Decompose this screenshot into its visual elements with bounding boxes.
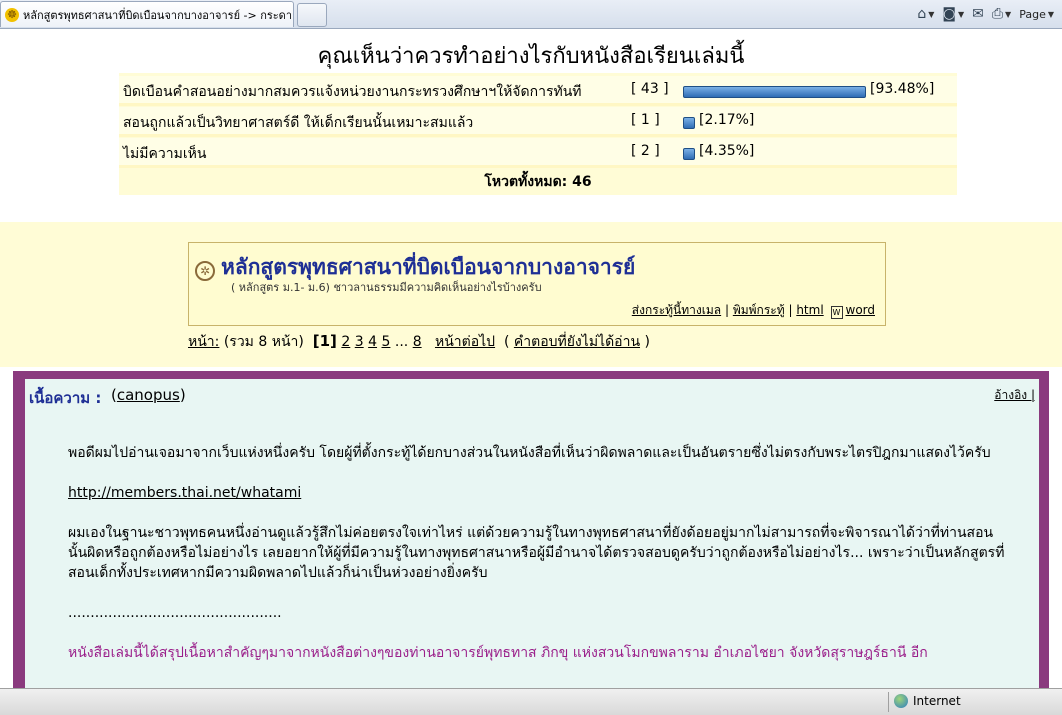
chevron-down-icon: ▼ [928, 9, 935, 19]
mail-icon: ✉ [972, 6, 984, 22]
dotted-separator: ........................................… [68, 605, 282, 621]
poll-option-label: ไม่มีความเห็น [123, 146, 207, 162]
quote-link[interactable]: อ้างอิง | [994, 388, 1035, 402]
pager-current: [1] [312, 332, 337, 350]
chevron-down-icon: ▼ [1005, 9, 1012, 19]
print-topic-link[interactable]: พิมพ์กระทู้ [733, 303, 785, 317]
unread-replies-link[interactable]: คำตอบที่ยังไม่ได้อ่าน [514, 334, 640, 350]
poll-row: ไม่มีความเห็น [ 2 ] [4.35%] [119, 138, 957, 168]
poll-bar [683, 117, 695, 129]
pagination: หน้า: (รวม 8 หน้า) [1] 2 3 4 5 ... 8 หน้… [188, 331, 650, 353]
chevron-down-icon: ▼ [957, 9, 965, 19]
post-text: พอดีผมไปอ่านเจอมาจากเว็บแห่งหนึ่งครับ โด… [68, 443, 1008, 683]
new-tab-button[interactable] [297, 3, 327, 27]
pager-ellipsis: ... [394, 334, 409, 350]
globe-icon [894, 694, 908, 708]
topic-header: ✲ หลักสูตรพุทธศาสนาที่บิดเบือนจากบางอาจา… [188, 242, 886, 326]
next-page-link[interactable]: หน้าต่อไป [435, 334, 495, 350]
word-link[interactable]: word [846, 303, 876, 317]
status-bar: Internet [0, 688, 1062, 715]
html-link[interactable]: html [796, 303, 823, 317]
print-button[interactable]: ⎙ ▼ [992, 6, 1011, 22]
document-icon: W [830, 306, 843, 319]
poll-total: โหวตทั้งหมด: 46 [484, 174, 592, 190]
poll-option-count: [ 2 ] [631, 143, 660, 159]
security-zone: Internet [894, 694, 961, 708]
content-label: เนื้อความ : [29, 389, 102, 407]
page-link-last[interactable]: 8 [413, 334, 422, 350]
home-button[interactable]: ⌂ ▼ [917, 6, 934, 22]
post-paragraph-highlight: หนังสือเล่มนี้ได้สรุปเนื้อหาสำคัญๆมาจากห… [68, 645, 928, 661]
poll-option-label: สอนถูกแล้วเป็นวิทยาศาสตร์ดี ให้เด็กเรียน… [123, 115, 474, 131]
post-body: เนื้อความ : (canopus) อ้างอิง | พอดีผมไป… [25, 379, 1039, 701]
poll-title: คุณเห็นว่าควรทำอย่างไรกับหนังสือเรียนเล่… [317, 44, 745, 69]
separator: | [788, 303, 793, 317]
dharma-wheel-icon: ✲ [195, 261, 215, 281]
quote-action: อ้างอิง | [994, 386, 1035, 405]
status-divider [888, 692, 889, 712]
topic-actions: ส่งกระทู้นี้ทางเมล | พิมพ์กระทู้ | html … [632, 301, 875, 320]
rss-icon: ◙ [942, 6, 956, 22]
page-link[interactable]: 3 [355, 334, 364, 350]
command-bar: ⌂ ▼ ◙ ▼ ✉ ⎙ ▼ Page ▼ [917, 3, 1062, 25]
pager-total: (รวม 8 หน้า) [223, 334, 304, 350]
poll-option-percent: [4.35%] [699, 143, 755, 159]
page-link[interactable]: 5 [382, 334, 391, 350]
home-icon: ⌂ [917, 6, 927, 22]
post-paragraph: ผมเองในฐานะชาวพุทธคนหนึ่งอ่านดูแล้วรู้สึ… [68, 525, 1005, 581]
page-link[interactable]: 2 [341, 334, 350, 350]
topic-subtitle: ( หลักสูตร ม.1- ม.6) ชาวลานธรรมมีความคิด… [231, 281, 542, 294]
external-link[interactable]: http://members.thai.net/whatami [68, 485, 301, 501]
zone-label: Internet [913, 694, 961, 708]
post-frame: เนื้อความ : (canopus) อ้างอิง | พอดีผมไป… [13, 371, 1049, 701]
poll-option-label: บิดเบือนคำสอนอย่างมากสมควรแจ้งหน่วยงานกร… [123, 84, 582, 100]
poll-row: บิดเบือนคำสอนอย่างมากสมควรแจ้งหน่วยงานกร… [119, 76, 957, 106]
poll-results: บิดเบือนคำสอนอย่างมากสมควรแจ้งหน่วยงานกร… [119, 73, 957, 195]
poll-option-percent: [93.48%] [870, 81, 935, 97]
poll-option-percent: [2.17%] [699, 112, 755, 128]
poll-bar [683, 86, 866, 98]
post-author: (canopus) [111, 386, 186, 404]
paren-close: ) [179, 386, 186, 404]
poll-option-count: [ 1 ] [631, 112, 660, 128]
email-topic-link[interactable]: ส่งกระทู้นี้ทางเมล [632, 303, 721, 317]
poll-option-count: [ 43 ] [631, 81, 669, 97]
poll-row: สอนถูกแล้วเป็นวิทยาศาสตร์ดี ให้เด็กเรียน… [119, 107, 957, 137]
dharma-wheel-icon: ☸ [5, 7, 19, 22]
browser-tab-bar: ☸ หลักสูตรพุทธศาสนาที่บิดเบือนจากบางอาจา… [0, 0, 1062, 29]
printer-icon: ⎙ [991, 6, 1004, 22]
page-menu-button[interactable]: Page ▼ [1019, 8, 1054, 21]
poll-bar [683, 148, 695, 160]
chevron-down-icon: ▼ [1047, 9, 1054, 19]
page-link[interactable]: 4 [368, 334, 377, 350]
paren-open: ( [503, 334, 510, 350]
page-menu-label: Page [1019, 7, 1046, 21]
mail-button[interactable]: ✉ [972, 6, 984, 22]
post-paragraph: พอดีผมไปอ่านเจอมาจากเว็บแห่งหนึ่งครับ โด… [68, 445, 991, 461]
pager-label[interactable]: หน้า: [188, 334, 219, 350]
feeds-button[interactable]: ◙ ▼ [942, 6, 964, 22]
browser-tab-active[interactable]: ☸ หลักสูตรพุทธศาสนาที่บิดเบือนจากบางอาจา… [0, 1, 294, 27]
tab-title: หลักสูตรพุทธศาสนาที่บิดเบือนจากบางอาจารย… [23, 8, 293, 22]
separator: | [724, 303, 729, 317]
author-link[interactable]: canopus [117, 386, 180, 404]
paren-close: ) [644, 334, 650, 350]
